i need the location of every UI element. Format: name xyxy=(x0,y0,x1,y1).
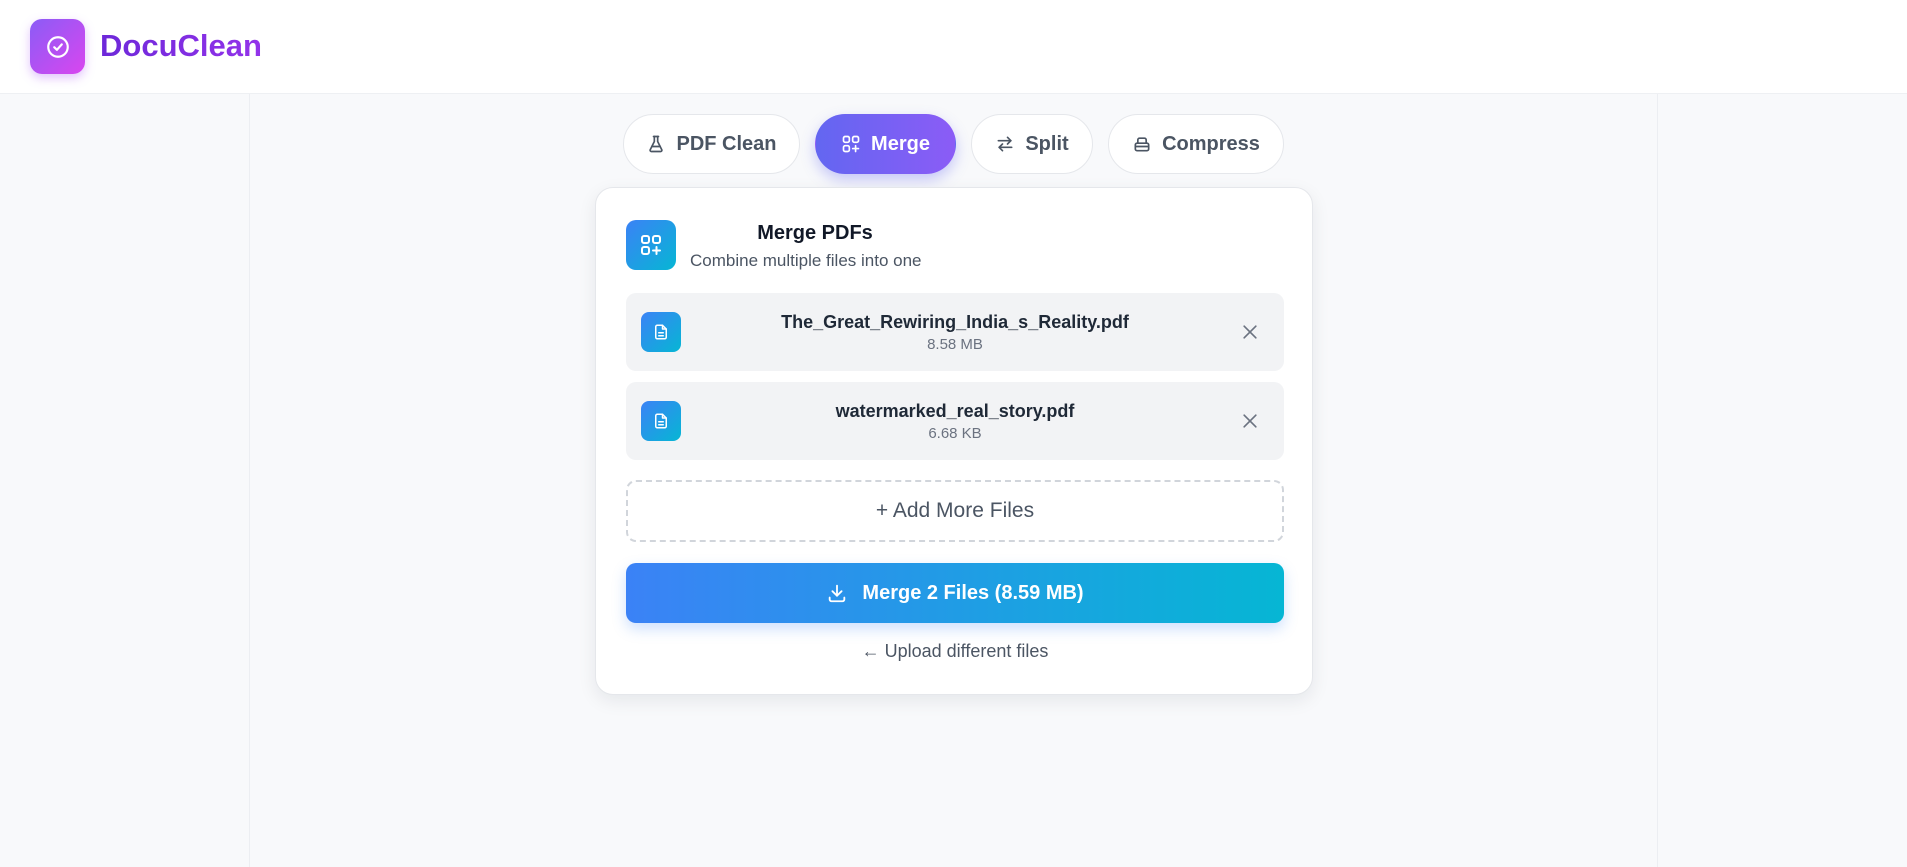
file-size: 6.68 KB xyxy=(928,425,982,442)
add-more-files-button[interactable]: + Add More Files xyxy=(626,480,1284,542)
close-icon xyxy=(1243,325,1257,339)
tab-label: Split xyxy=(1025,132,1069,155)
file-list-item: watermarked_real_story.pdf 6.68 KB xyxy=(626,382,1284,460)
flask-icon xyxy=(649,135,664,153)
file-size: 8.58 MB xyxy=(927,336,983,353)
logo[interactable] xyxy=(30,19,85,74)
card-subtitle: Combine multiple files into one xyxy=(690,251,922,270)
download-icon xyxy=(829,584,846,603)
tab-compress[interactable]: Compress xyxy=(1108,114,1284,174)
merge-card: Merge PDFs Combine multiple files into o… xyxy=(595,187,1313,695)
remove-file-button[interactable] xyxy=(1238,409,1262,433)
brand-name[interactable]: DocuClean xyxy=(100,28,262,64)
app-header: DocuClean xyxy=(0,0,1907,94)
tool-tabs: PDF Clean Merge Split Compress xyxy=(0,114,1907,176)
merge-grid-icon xyxy=(842,135,860,153)
check-circle-icon xyxy=(46,35,69,58)
tab-label: PDF Clean xyxy=(676,132,777,155)
tab-merge[interactable]: Merge xyxy=(815,114,956,174)
arrows-swap-icon xyxy=(997,136,1013,152)
upload-different-files-link[interactable]: ← Upload different files xyxy=(596,640,1314,662)
tab-split[interactable]: Split xyxy=(971,114,1093,174)
merge-button-label: Merge 2 Files (8.59 MB) xyxy=(862,581,1084,604)
close-icon xyxy=(1243,414,1257,428)
remove-file-button[interactable] xyxy=(1238,320,1262,344)
column-divider-left xyxy=(249,94,250,867)
tab-label: Compress xyxy=(1162,132,1260,155)
merge-files-button[interactable]: Merge 2 Files (8.59 MB) xyxy=(626,563,1284,623)
file-name: The_Great_Rewiring_India_s_Reality.pdf xyxy=(781,312,1129,332)
file-list-item: The_Great_Rewiring_India_s_Reality.pdf 8… xyxy=(626,293,1284,371)
column-divider-right xyxy=(1657,94,1658,867)
file-name: watermarked_real_story.pdf xyxy=(835,401,1075,421)
card-title: Merge PDFs xyxy=(757,222,873,244)
merge-grid-icon xyxy=(641,235,661,255)
merge-header-icon-badge xyxy=(626,220,676,270)
tab-pdf-clean[interactable]: PDF Clean xyxy=(623,114,800,174)
compress-icon xyxy=(1134,137,1150,152)
tab-label: Merge xyxy=(871,132,930,155)
